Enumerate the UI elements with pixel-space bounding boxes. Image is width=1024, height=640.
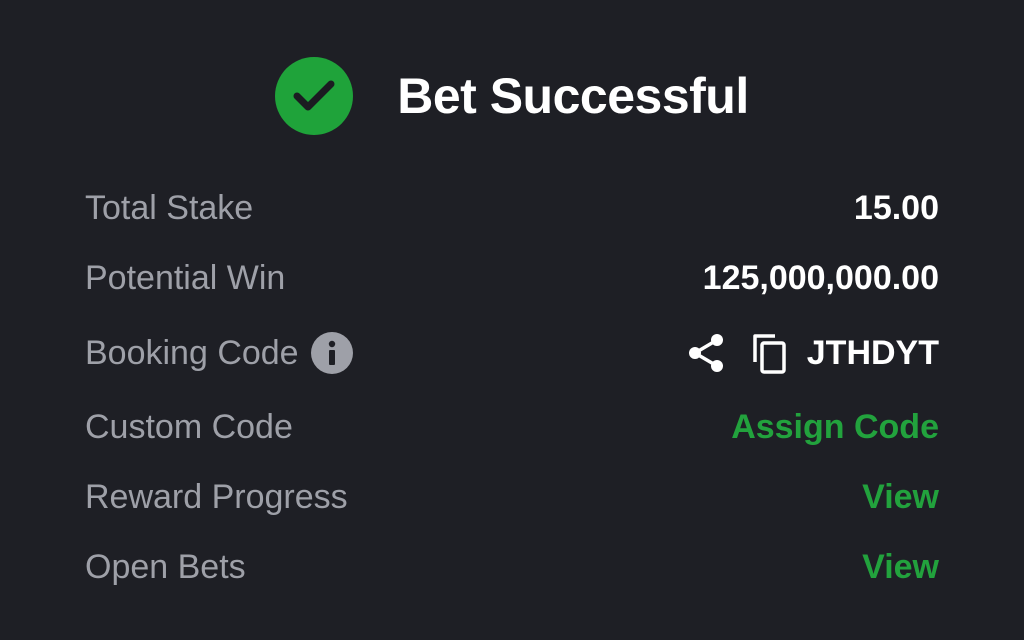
header: Bet Successful [0,56,1024,136]
potential-win-value: 125,000,000.00 [702,258,939,297]
assign-code-link[interactable]: Assign Code [731,408,939,447]
potential-win-row: Potential Win 125,000,000.00 [85,253,939,303]
reward-progress-view-link[interactable]: View [862,478,939,517]
booking-code-label: Booking Code [85,333,299,372]
check-circle-icon [275,57,354,135]
info-icon[interactable] [310,332,353,374]
reward-progress-label: Reward Progress [85,477,348,516]
reward-progress-row: Reward Progress View [85,472,939,522]
potential-win-label: Potential Win [85,258,286,297]
open-bets-label: Open Bets [85,547,246,586]
total-stake-label: Total Stake [85,188,254,227]
open-bets-row: Open Bets View [85,542,939,592]
booking-code-label-group: Booking Code [85,332,353,374]
booking-code-row: Booking Code JTHDYT [85,328,939,378]
custom-code-label: Custom Code [85,407,293,446]
page-title: Bet Successful [397,68,749,124]
share-icon[interactable] [687,333,725,373]
total-stake-row: Total Stake 15.00 [85,183,939,233]
custom-code-row: Custom Code Assign Code [85,402,939,452]
booking-code-value: JTHDYT [806,333,939,372]
total-stake-value: 15.00 [853,188,939,227]
bet-success-panel: Bet Successful Total Stake 15.00 Potenti… [0,0,1024,640]
open-bets-view-link[interactable]: View [862,548,939,587]
copy-icon[interactable] [751,332,787,374]
booking-code-value-group: JTHDYT [687,332,939,374]
